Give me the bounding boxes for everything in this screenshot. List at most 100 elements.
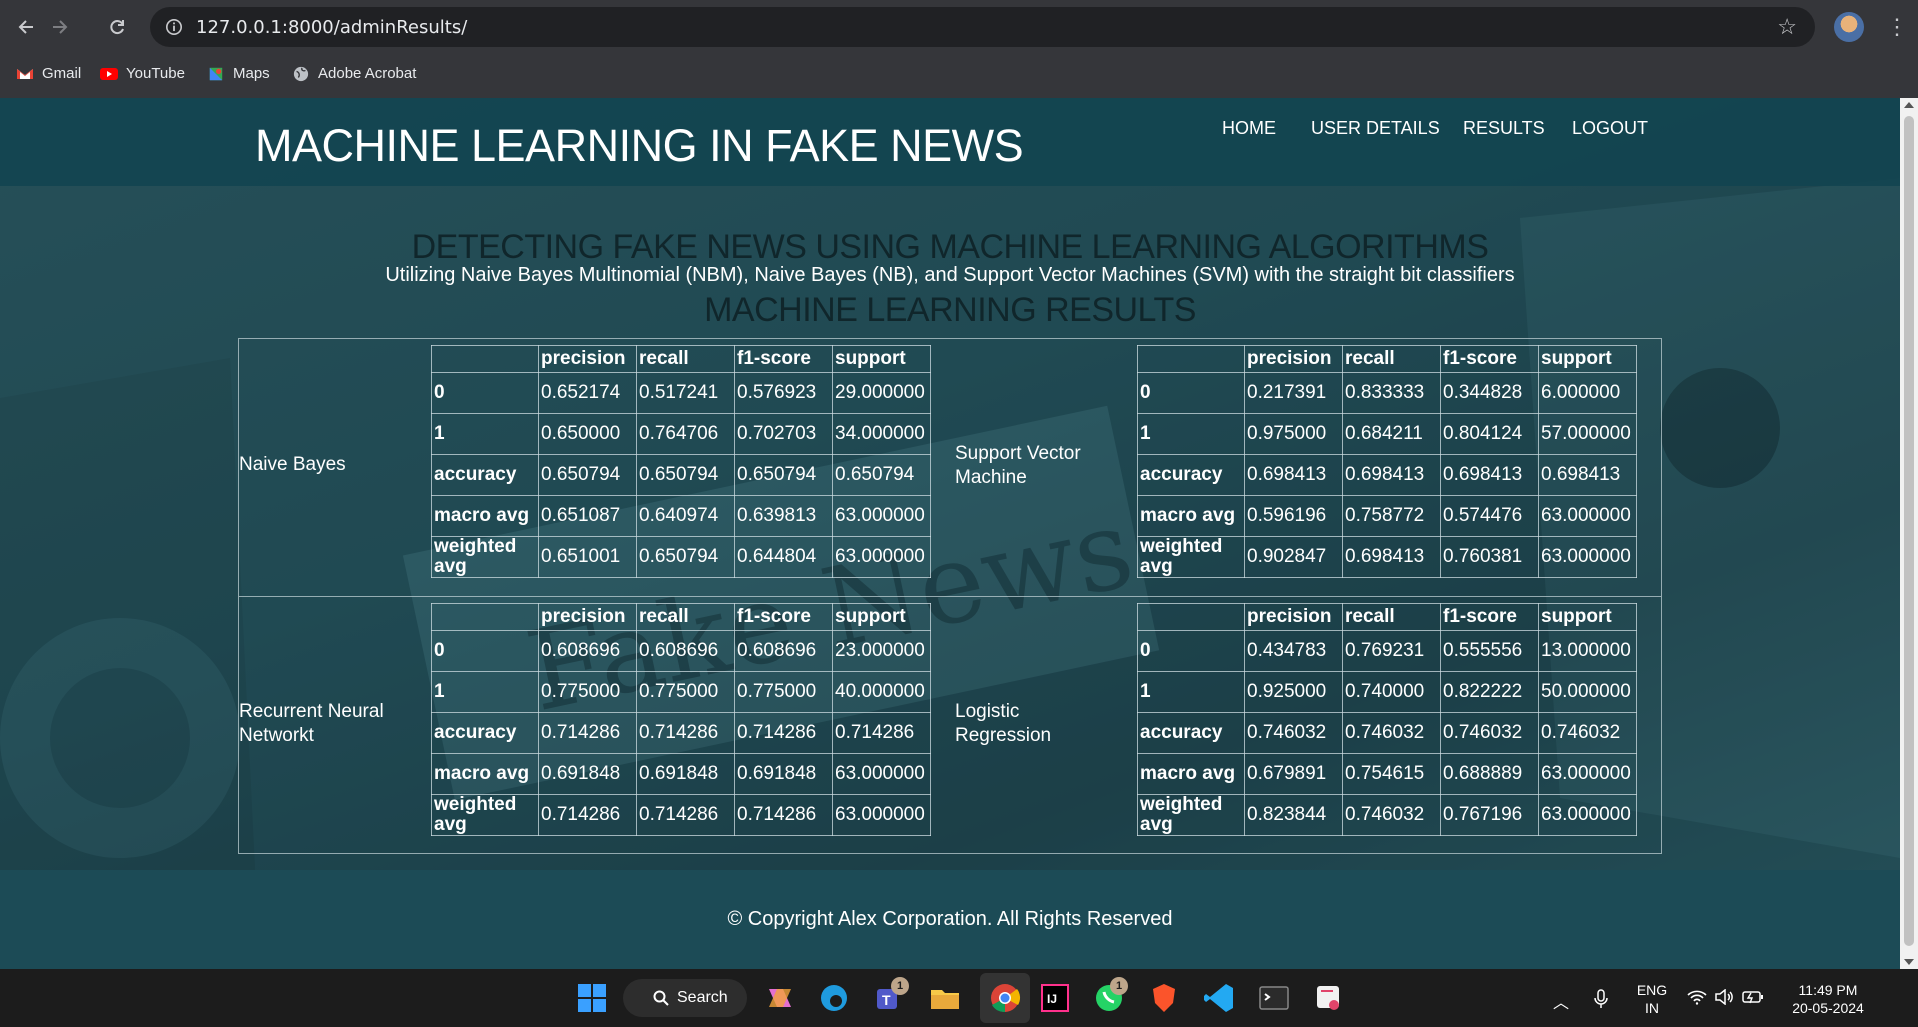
search-icon [653,990,669,1006]
bookmark-gmail[interactable]: Gmail [16,65,81,82]
windows-start-icon[interactable] [575,981,609,1015]
row-divider [239,596,1661,597]
nav-user-details[interactable]: USER DETAILS [1311,118,1440,139]
metric-cell: 0.434783 [1244,630,1343,672]
reload-button[interactable] [100,10,134,44]
row-label: 0 [431,372,539,414]
terminal-icon[interactable] [1257,981,1291,1015]
battery-icon[interactable] [1742,989,1764,1005]
clock[interactable]: 11:49 PM 20-05-2024 [1783,981,1873,1017]
row-label: accuracy [431,712,539,754]
row-label: 1 [431,413,539,455]
bookmark-maps[interactable]: Maps [207,65,270,82]
arrow-left-icon [18,20,33,34]
scroll-up-icon[interactable] [1904,102,1914,108]
edge-icon[interactable] [817,981,851,1015]
table-row: weighted avg 0.902847 0.698413 0.760381 63.0… [1137,536,1637,578]
gmail-icon [17,68,33,79]
metric-cell: 0.691848 [538,753,637,795]
browser-menu-icon[interactable]: ⋮ [1886,14,1908,40]
bookmark-youtube[interactable]: YouTube [100,65,185,82]
column-header: recall [1342,603,1441,631]
address-bar[interactable]: 127.0.0.1:8000/adminResults/ ☆ [150,7,1815,47]
column-header: f1-score [1440,345,1539,373]
table-row: accuracy 0.698413 0.698413 0.698413 0.698413 [1137,454,1637,496]
snipping-tool-icon[interactable] [1312,981,1346,1015]
page-scrollbar[interactable] [1900,98,1918,969]
table-row: macro avg 0.679891 0.754615 0.688889 63.0000… [1137,753,1637,795]
column-header: recall [1342,345,1441,373]
column-header: support [1538,603,1637,631]
metric-cell: 0.975000 [1244,413,1343,455]
table-row: 0 0.217391 0.833333 0.344828 6.000000 [1137,372,1637,414]
windows-taskbar: Search T 1 IJ 1 ︿ ENG IN 11:49 PM 20-05-… [0,969,1918,1027]
metric-cell: 0.714286 [538,712,637,754]
metric-cell: 0.650794 [734,454,833,496]
metric-cell: 0.517241 [636,372,735,414]
row-label: weighted avg [431,794,539,836]
clock-time: 11:49 PM [1798,982,1858,998]
metric-cell: 0.746032 [1342,794,1441,836]
metric-cell: 0.640974 [636,495,735,537]
chevron-up-icon[interactable]: ︿ [1553,989,1569,1013]
column-header: precision [1244,345,1343,373]
nav-home[interactable]: HOME [1222,118,1276,139]
wifi-icon[interactable] [1687,989,1707,1005]
volume-icon[interactable] [1714,989,1734,1005]
copilot-icon[interactable] [763,981,797,1015]
metric-cell: 0.714286 [636,794,735,836]
table-row: weighted avg 0.651001 0.650794 0.644804 63.0… [431,536,931,578]
metric-cell: 63.000000 [832,753,931,795]
url-text[interactable]: 127.0.0.1:8000/adminResults/ [196,17,467,38]
back-button[interactable] [10,10,44,44]
metric-cell: 0.758772 [1342,495,1441,537]
table-row: accuracy 0.650794 0.650794 0.650794 0.650794 [431,454,931,496]
metric-cell: 57.000000 [1538,413,1637,455]
metric-cell: 50.000000 [1538,671,1637,713]
chrome-icon[interactable] [988,981,1022,1015]
globe-icon [293,66,309,81]
file-explorer-icon[interactable] [928,981,962,1015]
metric-cell: 0.650794 [832,454,931,496]
table-row: weighted avg 0.823844 0.746032 0.767196 63.0… [1137,794,1637,836]
language-indicator[interactable]: ENG IN [1632,981,1672,1017]
metric-cell: 0.714286 [538,794,637,836]
bookmark-star-icon[interactable]: ☆ [1777,15,1797,39]
reload-icon [110,20,124,35]
intellij-icon[interactable]: IJ [1038,981,1072,1015]
nav-results[interactable]: RESULTS [1463,118,1545,139]
forward-button[interactable] [42,10,76,44]
metric-cell: 0.714286 [734,794,833,836]
results-table: Naive Bayes Support Vector Machine Recur… [238,338,1662,854]
scroll-thumb[interactable] [1904,116,1914,946]
vscode-icon[interactable] [1202,981,1236,1015]
metric-cell: 0.702703 [734,413,833,455]
bookmark-adobe-acrobat[interactable]: Adobe Acrobat [292,65,416,82]
site-title: MACHINE LEARNING IN FAKE NEWS [255,120,1024,171]
site-header: MACHINE LEARNING IN FAKE NEWS HOME USER … [0,98,1900,186]
metric-cell: 0.555556 [1440,630,1539,672]
metric-cell: 63.000000 [1538,536,1637,578]
brave-icon[interactable] [1147,981,1181,1015]
column-header: precision [538,345,637,373]
site-info-icon[interactable] [162,15,186,39]
metric-cell: 0.574476 [1440,495,1539,537]
metric-cell: 63.000000 [832,536,931,578]
row-label: macro avg [431,753,539,795]
scroll-down-icon[interactable] [1904,959,1914,965]
metric-cell: 0.576923 [734,372,833,414]
metric-cell: 0.344828 [1440,372,1539,414]
taskbar-search[interactable]: Search [623,979,747,1017]
profile-avatar[interactable] [1834,12,1864,42]
search-label: Search [677,989,728,1006]
metric-cell: 63.000000 [1538,794,1637,836]
metric-cell: 0.650794 [636,536,735,578]
metric-cell: 0.608696 [538,630,637,672]
column-header: recall [636,345,735,373]
column-header: support [1538,345,1637,373]
table-row: accuracy 0.714286 0.714286 0.714286 0.714286 [431,712,931,754]
nav-logout[interactable]: LOGOUT [1572,118,1648,139]
metric-cell: 0.698413 [1244,454,1343,496]
report-header-row: precision recall f1-score support [1137,603,1637,631]
microphone-icon[interactable] [1593,989,1609,1009]
